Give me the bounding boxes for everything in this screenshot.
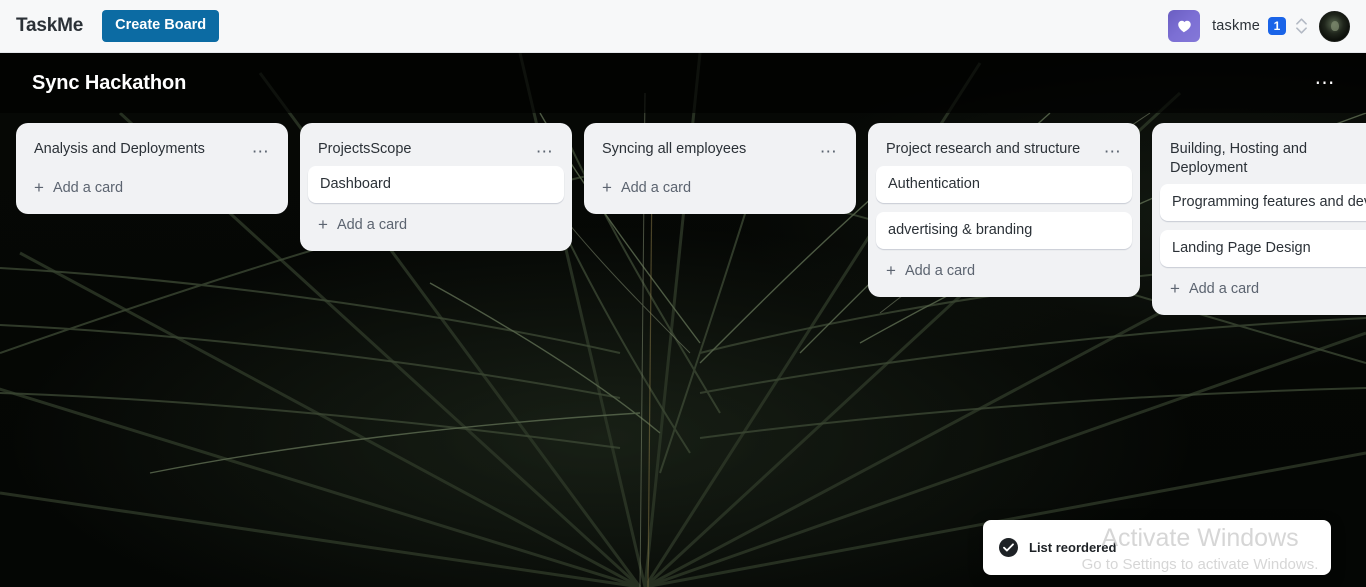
board-canvas: Sync Hackathon ⋯ Analysis and Deployment… bbox=[0, 53, 1366, 587]
list-title[interactable]: Project research and structure bbox=[886, 140, 1094, 159]
toast-message: List reordered bbox=[1029, 540, 1117, 555]
lists-container: Analysis and Deployments ⋯ + Add a card … bbox=[16, 123, 1366, 315]
add-a-card-button[interactable]: + Add a card bbox=[1160, 269, 1366, 307]
card[interactable]: Programming features and development bbox=[1160, 184, 1366, 221]
heart-icon bbox=[1177, 19, 1192, 33]
plus-icon: + bbox=[886, 261, 896, 280]
plus-icon: + bbox=[318, 215, 328, 234]
workspace-badge-count[interactable]: 1 bbox=[1268, 17, 1286, 35]
list-header: ProjectsScope ⋯ bbox=[308, 131, 564, 166]
list-menu-ellipsis-icon[interactable]: ⋯ bbox=[1102, 143, 1124, 160]
create-board-button[interactable]: Create Board bbox=[102, 10, 220, 42]
list-project-research-and-structure[interactable]: Project research and structure ⋯ Authent… bbox=[868, 123, 1140, 297]
list-title[interactable]: Building, Hosting and Deployment bbox=[1170, 140, 1366, 178]
list-title[interactable]: ProjectsScope bbox=[318, 140, 526, 159]
card[interactable]: advertising & branding bbox=[876, 212, 1132, 249]
add-a-card-button[interactable]: + Add a card bbox=[24, 168, 280, 206]
plus-icon: + bbox=[34, 178, 44, 197]
add-a-card-button[interactable]: + Add a card bbox=[876, 251, 1132, 289]
board-menu-ellipsis-icon[interactable]: ⋯ bbox=[1311, 72, 1341, 94]
card-list: Authentication advertising & branding bbox=[876, 166, 1132, 251]
plus-icon: + bbox=[602, 178, 612, 197]
toast-notification: List reordered bbox=[983, 520, 1331, 575]
card[interactable]: Dashboard bbox=[308, 166, 564, 203]
add-a-card-label: Add a card bbox=[336, 217, 408, 233]
card-list: Programming features and development Lan… bbox=[1160, 184, 1366, 269]
list-header: Analysis and Deployments ⋯ bbox=[24, 131, 280, 166]
plus-icon: + bbox=[1170, 279, 1180, 298]
list-analysis-and-deployments[interactable]: Analysis and Deployments ⋯ + Add a card bbox=[16, 123, 288, 214]
list-menu-ellipsis-icon[interactable]: ⋯ bbox=[250, 143, 272, 160]
chevron-up-down-icon[interactable] bbox=[1296, 18, 1307, 34]
list-header: Syncing all employees ⋯ bbox=[592, 131, 848, 166]
list-projectsscope[interactable]: ProjectsScope ⋯ Dashboard + Add a card bbox=[300, 123, 572, 251]
add-a-card-label: Add a card bbox=[904, 263, 976, 279]
workspace-logo[interactable] bbox=[1168, 10, 1201, 42]
app-logo-text[interactable]: TaskMe bbox=[16, 15, 83, 37]
list-syncing-all-employees[interactable]: Syncing all employees ⋯ + Add a card bbox=[584, 123, 856, 214]
board-header: Sync Hackathon ⋯ bbox=[0, 53, 1366, 113]
check-circle-icon bbox=[999, 538, 1018, 557]
card-list: Dashboard bbox=[308, 166, 564, 205]
list-title[interactable]: Analysis and Deployments bbox=[34, 140, 242, 159]
app-header-right: taskme 1 bbox=[1168, 10, 1350, 42]
card[interactable]: Authentication bbox=[876, 166, 1132, 203]
workspace-name[interactable]: taskme bbox=[1212, 18, 1260, 34]
add-a-card-button[interactable]: + Add a card bbox=[592, 168, 848, 206]
list-building-hosting-and-deployment[interactable]: Building, Hosting and Deployment ⋯ Progr… bbox=[1152, 123, 1366, 315]
card[interactable]: Landing Page Design bbox=[1160, 230, 1366, 267]
list-header: Building, Hosting and Deployment ⋯ bbox=[1160, 131, 1366, 184]
list-menu-ellipsis-icon[interactable]: ⋯ bbox=[534, 143, 556, 160]
add-a-card-button[interactable]: + Add a card bbox=[308, 205, 564, 243]
app-header: TaskMe Create Board taskme 1 bbox=[0, 0, 1366, 53]
add-a-card-label: Add a card bbox=[52, 180, 124, 196]
add-a-card-label: Add a card bbox=[1188, 281, 1260, 297]
list-title[interactable]: Syncing all employees bbox=[602, 140, 810, 159]
page-title: Sync Hackathon bbox=[32, 71, 187, 94]
avatar[interactable] bbox=[1319, 10, 1350, 42]
list-header: Project research and structure ⋯ bbox=[876, 131, 1132, 166]
list-menu-ellipsis-icon[interactable]: ⋯ bbox=[818, 143, 840, 160]
add-a-card-label: Add a card bbox=[620, 180, 692, 196]
